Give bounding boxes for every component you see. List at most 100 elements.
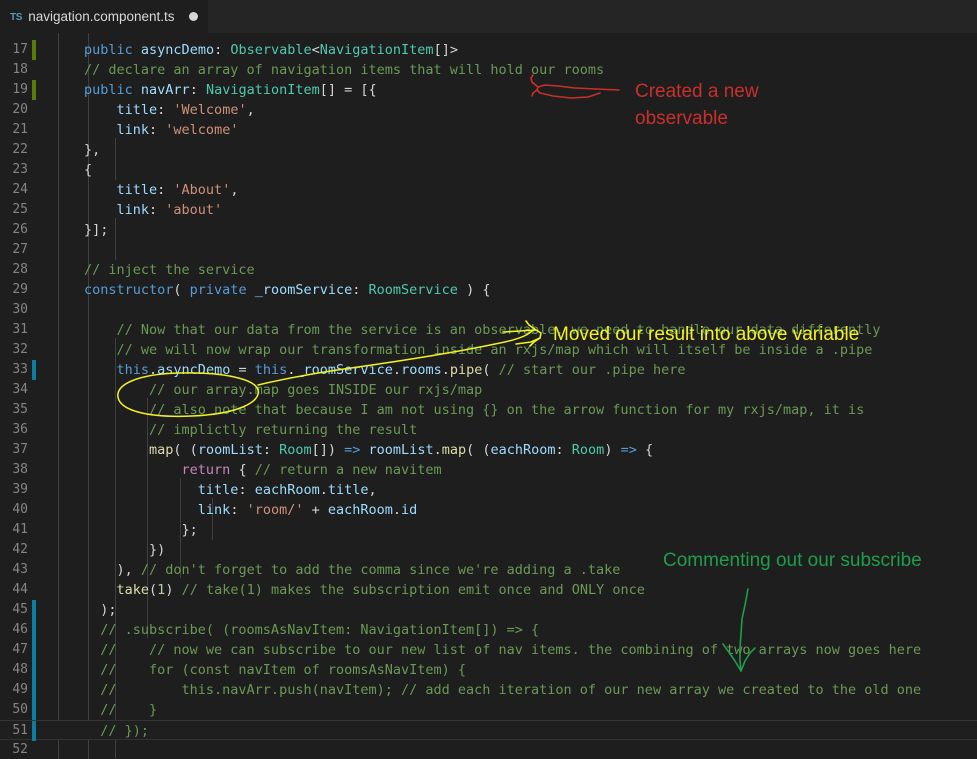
code-text: // .subscribe( (roomsAsNavItem: Navigati… <box>84 622 540 638</box>
code-line[interactable]: 24 title: 'About', <box>0 180 977 200</box>
line-number: 30 <box>12 302 28 317</box>
line-number: 36 <box>12 422 28 437</box>
code-line[interactable]: 22}, <box>0 140 977 160</box>
code-line[interactable]: 23 { <box>0 160 977 180</box>
line-number: 41 <box>12 522 28 537</box>
line-number: 47 <box>12 642 28 657</box>
code-line[interactable]: 29 constructor( private _roomService: Roo… <box>0 280 977 300</box>
line-number: 50 <box>12 702 28 717</box>
code-line[interactable]: 27 <box>0 240 977 260</box>
code-line[interactable]: 49 // this.navArr.push(navItem); // add … <box>0 680 977 700</box>
code-text: // } <box>84 702 158 718</box>
code-line[interactable]: 31 // Now that our data from the service… <box>0 320 977 340</box>
line-number: 27 <box>12 242 28 257</box>
line-number: 39 <box>12 482 28 497</box>
line-number: 29 <box>12 282 28 297</box>
code-text: take(1) // take(1) makes the subscriptio… <box>116 582 645 598</box>
code-text: return { // return a new navitem <box>181 462 442 478</box>
code-line[interactable]: 35 // also note that because I am not us… <box>0 400 977 420</box>
line-number: 24 <box>12 182 28 197</box>
gutter-modified-marker <box>32 620 36 640</box>
code-text: }; <box>84 522 198 538</box>
code-text: title: eachRoom.title, <box>197 482 377 498</box>
code-line[interactable]: 52 <box>0 740 977 759</box>
line-number: 43 <box>12 562 28 577</box>
code-lines[interactable]: 17 public asyncDemo: Observable<Navigatio… <box>0 33 977 759</box>
code-line[interactable]: 47 // // now we can subscribe to our new… <box>0 640 977 660</box>
code-line[interactable]: 30 <box>0 300 977 320</box>
code-line[interactable]: 48 // for (const navItem of roomsAsNavIt… <box>0 660 977 680</box>
line-number: 18 <box>12 62 28 77</box>
line-number: 48 <box>12 662 28 677</box>
line-number: 23 <box>12 162 28 177</box>
code-line[interactable]: 39 title: eachRoom.title, <box>0 480 977 500</box>
code-line[interactable]: 40 link: 'room/' + eachRoom.id <box>0 500 977 520</box>
code-line[interactable]: 41 }; <box>0 520 977 540</box>
code-text: // also note that because I am not using… <box>84 402 865 418</box>
code-line[interactable]: 19 public navArr: NavigationItem[] = [{ <box>0 80 977 100</box>
code-text: // for (const navItem of roomsAsNavItem)… <box>84 662 467 678</box>
code-line[interactable]: 46 // .subscribe( (roomsAsNavItem: Navig… <box>0 620 977 640</box>
gutter-modified-marker <box>32 660 36 680</box>
code-line[interactable]: 26}]; <box>0 220 977 240</box>
code-text: // our array.map goes INSIDE our rxjs/ma… <box>84 382 483 398</box>
code-line[interactable]: 32 // we will now wrap our transformatio… <box>0 340 977 360</box>
line-number: 26 <box>12 222 28 237</box>
code-line[interactable]: 51 // }); <box>0 720 977 741</box>
code-text: }) <box>84 542 166 558</box>
code-text: }]; <box>84 222 109 238</box>
code-line[interactable]: 34 // our array.map goes INSIDE our rxjs… <box>0 380 977 400</box>
gutter-modified-marker <box>32 700 36 720</box>
code-editor[interactable]: 17 public asyncDemo: Observable<Navigatio… <box>0 33 977 759</box>
code-text: // we will now wrap our transformation i… <box>84 342 873 358</box>
code-text: ); <box>84 602 117 618</box>
code-line[interactable]: 36 // implictly returning the result <box>0 420 977 440</box>
code-text: map( (roomList: Room[]) => roomList.map(… <box>149 442 654 458</box>
gutter-added-marker <box>32 40 36 60</box>
line-number: 21 <box>12 122 28 137</box>
code-text: // implictly returning the result <box>84 422 418 438</box>
line-number: 17 <box>12 42 28 57</box>
code-text: // Now that our data from the service is… <box>84 322 881 338</box>
code-line[interactable]: 45 ); <box>0 600 977 620</box>
gutter-added-marker <box>32 80 36 100</box>
code-text: // inject the service <box>84 262 255 278</box>
code-line[interactable]: 18 // declare an array of navigation item… <box>0 60 977 80</box>
code-text: title: 'Welcome', <box>116 102 255 118</box>
line-number: 33 <box>12 362 28 377</box>
line-number: 38 <box>12 462 28 477</box>
code-text: // declare an array of navigation items … <box>84 62 605 78</box>
code-line[interactable]: 42 }) <box>0 540 977 560</box>
code-line[interactable]: 20 title: 'Welcome', <box>0 100 977 120</box>
code-text: title: 'About', <box>116 182 239 198</box>
code-line[interactable]: 17 public asyncDemo: Observable<Navigatio… <box>0 40 977 60</box>
code-line[interactable]: 25 link: 'about' <box>0 200 977 220</box>
code-text: // // now we can subscribe to our new li… <box>84 642 922 658</box>
code-text: public navArr: NavigationItem[] = [{ <box>84 82 377 98</box>
gutter-modified-marker <box>32 360 36 380</box>
code-text: public asyncDemo: Observable<NavigationI… <box>84 42 458 58</box>
tab-label: navigation.component.ts <box>28 9 175 24</box>
code-line[interactable]: 43 ), // don't forget to add the comma s… <box>0 560 977 580</box>
code-line[interactable]: 44 take(1) // take(1) makes the subscrip… <box>0 580 977 600</box>
code-line[interactable]: 33 this.asyncDemo = this._roomService.ro… <box>0 360 977 380</box>
line-number: 19 <box>12 82 28 97</box>
tab-navigation-component-ts[interactable]: TS navigation.component.ts <box>0 0 209 33</box>
line-number: 31 <box>12 322 28 337</box>
code-line[interactable]: 28 // inject the service <box>0 260 977 280</box>
code-text: }, <box>84 142 101 158</box>
line-number: 34 <box>12 382 28 397</box>
code-line[interactable]: 50 // } <box>0 700 977 720</box>
line-number: 40 <box>12 502 28 517</box>
code-line[interactable]: 21 link: 'welcome' <box>0 120 977 140</box>
line-number: 32 <box>12 342 28 357</box>
line-number: 52 <box>12 742 28 757</box>
code-line[interactable]: 37 map( (roomList: Room[]) => roomList.m… <box>0 440 977 460</box>
code-line[interactable]: 38 return { // return a new navitem <box>0 460 977 480</box>
code-text: { <box>84 162 93 178</box>
code-text: link: 'room/' + eachRoom.id <box>197 502 418 518</box>
line-number: 45 <box>12 602 28 617</box>
unsaved-changes-dot[interactable] <box>188 12 198 21</box>
line-number: 46 <box>12 622 28 637</box>
code-text: this.asyncDemo = this._roomService.rooms… <box>116 362 686 378</box>
